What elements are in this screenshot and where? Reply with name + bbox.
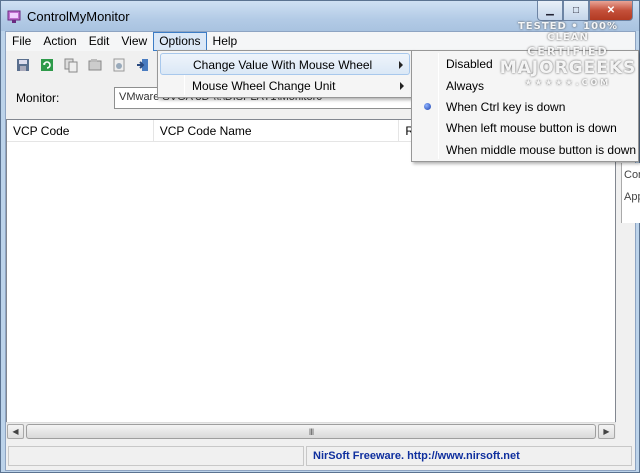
status-bar: NirSoft Freeware. http://www.nirsoft.net: [6, 442, 635, 470]
submenu-item-left-mouse[interactable]: When left mouse button is down: [414, 117, 636, 139]
options-menu: Change Value With Mouse Wheel Mouse Whee…: [157, 50, 413, 98]
column-vcp-code-name[interactable]: VCP Code Name: [154, 120, 400, 142]
chevron-right-icon: ▶: [603, 427, 610, 436]
properties-icon: [88, 59, 102, 71]
submenu-item-label: When Ctrl key is down: [446, 100, 566, 114]
monitor-label: Monitor:: [16, 91, 60, 105]
submenu-item-label: Disabled: [446, 57, 493, 71]
refresh-button[interactable]: [36, 54, 58, 76]
exit-button[interactable]: [132, 54, 154, 76]
nirsoft-link[interactable]: NirSoft Freeware. http://www.nirsoft.net: [313, 450, 520, 462]
app-icon: [7, 10, 21, 23]
menu-bar: File Action Edit View Options Help: [6, 32, 635, 51]
submenu-item-middle-mouse[interactable]: When middle mouse button is down: [414, 139, 636, 161]
horizontal-scrollbar[interactable]: ◀ III ▶: [6, 422, 616, 439]
maximize-button[interactable]: □: [563, 1, 589, 21]
menu-options[interactable]: Options: [153, 32, 207, 51]
background-window-line: Con: [624, 169, 640, 181]
submenu-arrow-icon: [400, 82, 404, 90]
html-report-button[interactable]: [108, 54, 130, 76]
menu-view[interactable]: View: [115, 32, 153, 51]
exit-icon: [137, 59, 148, 71]
caption-buttons: ▁ □ ✕: [537, 1, 633, 23]
minimize-button[interactable]: ▁: [537, 1, 563, 21]
window-title: ControlMyMonitor: [27, 9, 130, 24]
menu-item-label: Change Value With Mouse Wheel: [193, 58, 373, 72]
app-window: ControlMyMonitor ▁ □ ✕ File Action Edit …: [0, 0, 640, 473]
submenu-arrow-icon: [399, 61, 403, 69]
html-report-icon: [113, 58, 125, 72]
close-button[interactable]: ✕: [589, 1, 633, 21]
vcp-list[interactable]: VCP Code VCP Code Name R: [6, 119, 616, 438]
submenu-item-ctrl-key[interactable]: When Ctrl key is down: [414, 96, 636, 118]
properties-button[interactable]: [84, 54, 106, 76]
save-button[interactable]: [12, 54, 34, 76]
menu-file[interactable]: File: [6, 32, 37, 51]
submenu-item-label: When middle mouse button is down: [446, 143, 637, 157]
submenu-item-label: Always: [446, 79, 485, 93]
maximize-icon: □: [572, 5, 580, 16]
menu-item-label: Mouse Wheel Change Unit: [192, 79, 336, 93]
save-icon: [17, 59, 29, 71]
chevron-left-icon: ◀: [12, 427, 19, 436]
menu-action[interactable]: Action: [37, 32, 82, 51]
background-window-line: App: [624, 191, 640, 203]
mouse-wheel-submenu: Disabled Always When Ctrl key is down Wh…: [411, 50, 639, 162]
menu-item-mouse-wheel-change-unit[interactable]: Mouse Wheel Change Unit: [160, 75, 410, 97]
status-panel-right: NirSoft Freeware. http://www.nirsoft.net: [306, 446, 632, 466]
background-window: Con App: [621, 163, 640, 223]
scroll-thumb[interactable]: III: [26, 424, 596, 439]
scroll-right-button[interactable]: ▶: [598, 424, 615, 439]
scrollbar-corner: [616, 422, 635, 439]
status-panel-left: [8, 446, 304, 466]
close-icon: ✕: [606, 5, 616, 16]
refresh-icon: [41, 59, 53, 71]
menu-help[interactable]: Help: [207, 32, 244, 51]
menu-item-change-value-mouse-wheel[interactable]: Change Value With Mouse Wheel: [160, 53, 410, 75]
submenu-item-disabled[interactable]: Disabled: [414, 53, 636, 75]
submenu-item-always[interactable]: Always: [414, 75, 636, 97]
scroll-left-button[interactable]: ◀: [7, 424, 24, 439]
copy-icon: [64, 58, 78, 73]
radio-checked-icon: [424, 103, 431, 110]
submenu-item-label: When left mouse button is down: [446, 121, 617, 135]
copy-button[interactable]: [60, 54, 82, 76]
minimize-icon: ▁: [546, 5, 554, 16]
title-bar[interactable]: ControlMyMonitor ▁ □ ✕: [1, 1, 639, 31]
column-vcp-code[interactable]: VCP Code: [7, 120, 154, 142]
scroll-grip: III: [308, 426, 314, 437]
menu-edit[interactable]: Edit: [83, 32, 116, 51]
